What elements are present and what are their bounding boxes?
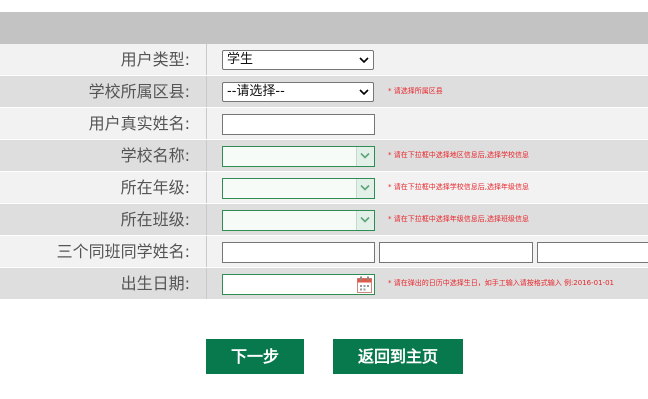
school-district-hint: * 请选择所属区县 <box>388 87 443 95</box>
class-label: 所在班级: <box>120 210 190 229</box>
class-hint: * 请在下拉框中选择年级信息后,选择班级信息 <box>388 215 529 223</box>
school-name-dropdown-button[interactable] <box>356 147 374 166</box>
grade-combobox[interactable] <box>222 178 375 199</box>
header-bar <box>0 12 648 44</box>
divider <box>206 204 207 235</box>
school-name-hint: * 请在下拉框中选择地区信息后,选择学校信息 <box>388 151 529 159</box>
school-district-label: 学校所属区县: <box>88 82 190 101</box>
divider <box>206 44 207 75</box>
registration-form: 用户类型: 学生 学校所属区县: --请选择-- * 请选择所属区县 用户真实姓… <box>0 44 648 300</box>
row-birth-date: 出生日期: * 请在弹出的日历中选择生日，如手工输入请按格式输入 例:2016-… <box>0 268 648 300</box>
chevron-down-icon <box>360 184 370 191</box>
school-name-combobox[interactable] <box>222 146 375 167</box>
divider <box>206 268 207 299</box>
user-type-label: 用户类型: <box>120 50 190 69</box>
classmate-name-input-1[interactable] <box>222 242 375 263</box>
classmate-name-input-2[interactable] <box>379 242 533 263</box>
divider <box>206 236 207 267</box>
row-classmates: 三个同班同学姓名: <box>0 236 648 268</box>
school-district-value: --请选择-- <box>227 84 285 99</box>
school-district-select[interactable]: --请选择-- <box>222 82 374 102</box>
row-school-name: 学校名称: * 请在下拉框中选择地区信息后,选择学校信息 <box>0 140 648 172</box>
real-name-label: 用户真实姓名: <box>88 114 190 133</box>
row-real-name: 用户真实姓名: <box>0 108 648 140</box>
back-to-home-button[interactable]: 返回到主页 <box>333 339 463 374</box>
divider <box>206 76 207 107</box>
divider <box>206 172 207 203</box>
chevron-down-icon <box>359 89 369 96</box>
user-type-select[interactable]: 学生 <box>222 50 374 70</box>
birth-date-hint: * 请在弹出的日历中选择生日，如手工输入请按格式输入 例:2016-01-01 <box>388 279 614 287</box>
row-grade: 所在年级: * 请在下拉框中选择学校信息后,选择年级信息 <box>0 172 648 204</box>
divider <box>206 140 207 171</box>
birth-date-input[interactable] <box>222 274 375 295</box>
grade-hint: * 请在下拉框中选择学校信息后,选择年级信息 <box>388 183 529 191</box>
next-step-button[interactable]: 下一步 <box>206 339 304 374</box>
chevron-down-icon <box>359 57 369 64</box>
row-school-district: 学校所属区县: --请选择-- * 请选择所属区县 <box>0 76 648 108</box>
divider <box>206 108 207 139</box>
calendar-icon[interactable] <box>357 276 372 293</box>
chevron-down-icon <box>360 216 370 223</box>
grade-dropdown-button[interactable] <box>356 179 374 198</box>
row-class: 所在班级: * 请在下拉框中选择年级信息后,选择班级信息 <box>0 204 648 236</box>
real-name-input[interactable] <box>222 114 375 135</box>
classmate-name-input-3[interactable] <box>537 242 648 263</box>
birth-date-label: 出生日期: <box>120 274 190 293</box>
school-name-label: 学校名称: <box>120 146 190 165</box>
class-dropdown-button[interactable] <box>356 211 374 230</box>
chevron-down-icon <box>360 152 370 159</box>
grade-label: 所在年级: <box>120 178 190 197</box>
class-combobox[interactable] <box>222 210 375 231</box>
classmates-label: 三个同班同学姓名: <box>56 242 190 261</box>
row-user-type: 用户类型: 学生 <box>0 44 648 76</box>
user-type-value: 学生 <box>227 52 254 67</box>
